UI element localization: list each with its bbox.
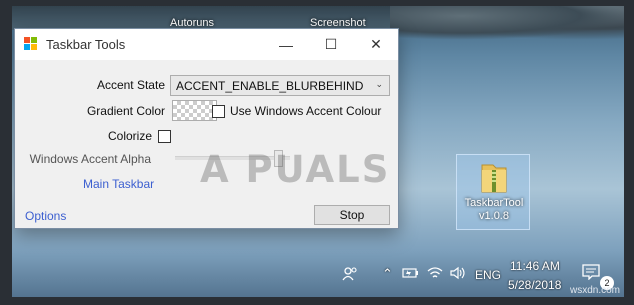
window-title: Taskbar Tools bbox=[46, 37, 126, 52]
desktop-icon-name: TaskbarTool v1.0.8 bbox=[464, 197, 524, 222]
people-icon[interactable] bbox=[342, 266, 358, 285]
clock-date[interactable]: 5/28/2018 bbox=[508, 278, 561, 292]
desktop: Autoruns Screenshot Taskbar Tools — ☐ ✕ … bbox=[0, 0, 634, 305]
taskbar-tools-window: Taskbar Tools — ☐ ✕ Accent State ACCENT_… bbox=[14, 28, 399, 229]
accent-state-label: Accent State bbox=[96, 78, 165, 92]
minimize-button[interactable]: — bbox=[263, 29, 309, 60]
clock-time[interactable]: 11:46 AM bbox=[510, 259, 560, 273]
window-titlebar[interactable]: Taskbar Tools — ☐ ✕ bbox=[15, 29, 398, 60]
colorize-label: Colorize bbox=[107, 129, 152, 143]
windows-logo-icon bbox=[24, 37, 38, 51]
chevron-up-icon[interactable]: ⌃ bbox=[382, 266, 393, 282]
maximize-button[interactable]: ☐ bbox=[308, 29, 354, 60]
screen-frame-right bbox=[624, 0, 634, 305]
desktop-wallpaper-rocks bbox=[390, 0, 630, 40]
gradient-color-label: Gradient Color bbox=[86, 104, 165, 118]
accent-state-dropdown[interactable]: ACCENT_ENABLE_BLURBEHIND ⌄ bbox=[170, 75, 390, 96]
site-watermark: wsxdn.com bbox=[569, 285, 620, 296]
close-button[interactable]: ✕ bbox=[353, 29, 399, 60]
gradient-color-swatch[interactable] bbox=[172, 100, 217, 121]
use-windows-accent-label[interactable]: Use Windows Accent Colour bbox=[230, 104, 381, 118]
appuals-watermark: A PUALS bbox=[200, 148, 391, 191]
accent-alpha-label: Windows Accent Alpha bbox=[29, 152, 151, 166]
zip-folder-icon bbox=[481, 164, 507, 193]
language-indicator[interactable]: ENG bbox=[475, 268, 501, 282]
taskbartool-desktop-icon[interactable]: TaskbarTool v1.0.8 bbox=[456, 154, 530, 230]
action-center-icon[interactable] bbox=[582, 264, 600, 283]
screen-frame-top bbox=[0, 0, 634, 6]
chevron-down-icon: ⌄ bbox=[375, 79, 383, 89]
wifi-icon[interactable] bbox=[427, 266, 443, 283]
colorize-checkbox[interactable] bbox=[158, 130, 171, 143]
stop-button[interactable]: Stop bbox=[314, 205, 390, 225]
use-windows-accent-checkbox[interactable] bbox=[212, 105, 225, 118]
options-link[interactable]: Options bbox=[25, 209, 66, 223]
speaker-icon[interactable] bbox=[450, 266, 466, 283]
screen-frame-bottom bbox=[0, 297, 634, 305]
battery-icon[interactable] bbox=[402, 266, 420, 283]
main-taskbar-link[interactable]: Main Taskbar bbox=[83, 177, 154, 191]
accent-state-value: ACCENT_ENABLE_BLURBEHIND bbox=[176, 79, 364, 93]
screen-frame-left bbox=[0, 0, 12, 305]
